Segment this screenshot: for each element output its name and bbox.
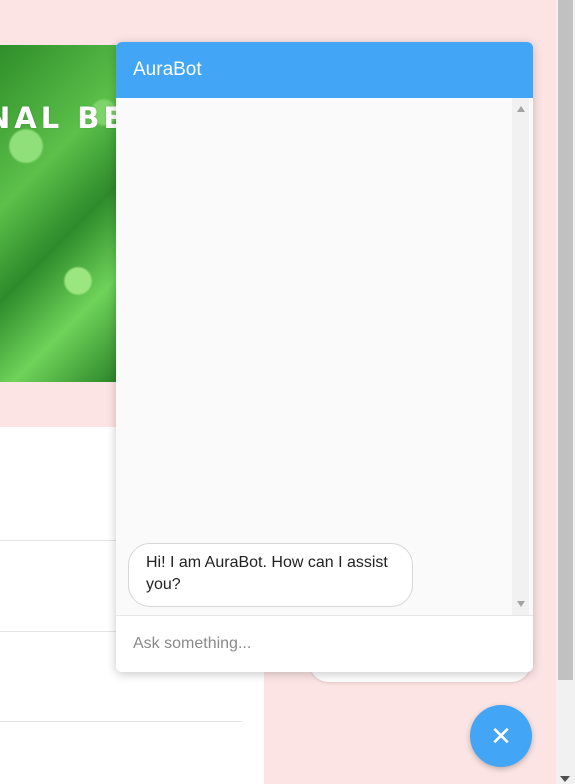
- scroll-down-arrow-icon[interactable]: [517, 601, 525, 607]
- chat-window: AuraBot Hi! I am AuraBot. How can I assi…: [116, 42, 533, 672]
- close-icon: ✕: [490, 720, 512, 751]
- scroll-down-arrow-icon[interactable]: [560, 776, 570, 782]
- chat-close-button[interactable]: ✕: [470, 705, 532, 767]
- page-scrollbar[interactable]: [556, 0, 575, 784]
- chat-title: AuraBot: [133, 59, 202, 80]
- page-scrollbar-thumb[interactable]: [558, 0, 573, 680]
- chat-messages: Hi! I am AuraBot. How can I assist you?: [116, 98, 533, 615]
- bot-message: Hi! I am AuraBot. How can I assist you?: [128, 543, 413, 607]
- divider: [0, 721, 242, 722]
- chat-input-area: [116, 615, 533, 672]
- hero-banner-text: NAL BE: [0, 101, 128, 135]
- chat-header: AuraBot: [116, 42, 533, 98]
- chat-scrollbar[interactable]: [512, 98, 529, 615]
- scroll-up-arrow-icon[interactable]: [517, 106, 525, 112]
- hero-image: NAL BE: [0, 45, 130, 382]
- chat-input[interactable]: [116, 616, 533, 672]
